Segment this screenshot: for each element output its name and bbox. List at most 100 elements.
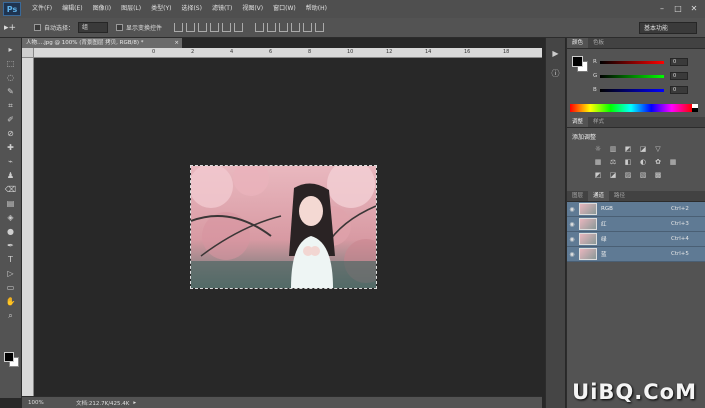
selective-color-icon[interactable]: ▩ [653,171,663,180]
tab-color[interactable]: 颜色 [567,38,589,48]
blue-value[interactable]: 0 [670,86,688,94]
black-white-swatch[interactable] [692,104,698,112]
visibility-eye-icon[interactable]: ◉ [567,206,577,213]
color-spectrum-bar[interactable] [570,104,692,112]
align-left-icon[interactable] [210,23,220,32]
menu-view[interactable]: 视图(V) [237,0,268,18]
align-center-icon[interactable] [222,23,232,32]
align-middle-icon[interactable] [186,23,196,32]
zoom-level[interactable]: 100% [22,400,48,406]
document-tab[interactable]: 人物….jpg @ 100% (背景图层 拷贝, RGB/8) * × [22,38,182,48]
tab-swatches[interactable]: 色板 [588,38,609,48]
lasso-tool-icon[interactable]: ◌ [4,72,18,83]
menu-select[interactable]: 选择(S) [176,0,207,18]
black-white-icon[interactable]: ◧ [623,158,633,167]
path-select-tool-icon[interactable]: ▷ [4,268,18,279]
menu-type[interactable]: 类型(Y) [146,0,176,18]
menu-help[interactable]: 帮助(H) [301,0,332,18]
quick-select-tool-icon[interactable]: ✎ [4,86,18,97]
canvas-area[interactable] [34,58,542,396]
eraser-tool-icon[interactable]: ⌫ [4,184,18,195]
hue-saturation-icon[interactable]: ▦ [593,158,603,167]
gradient-map-icon[interactable]: ▧ [638,171,648,180]
minimize-icon[interactable]: – [655,2,669,14]
move-tool-icon[interactable]: ▸ [4,44,18,55]
vertical-ruler[interactable] [22,58,34,396]
distribute-right-icon[interactable] [315,23,325,32]
invert-icon[interactable]: ◩ [593,171,603,180]
close-icon[interactable]: ✕ [687,2,701,14]
pen-tool-icon[interactable]: ✒ [4,240,18,251]
gradient-tool-icon[interactable]: ▤ [4,198,18,209]
close-icon[interactable]: × [174,38,179,48]
tab-paths[interactable]: 路径 [609,191,630,201]
maximize-icon[interactable]: □ [671,2,685,14]
align-bottom-icon[interactable] [198,23,208,32]
red-track[interactable] [600,60,664,64]
document-image[interactable] [190,165,377,289]
menu-window[interactable]: 窗口(W) [268,0,301,18]
blue-slider[interactable]: B 0 [593,85,688,95]
posterize-icon[interactable]: ◪ [608,171,618,180]
red-value[interactable]: 0 [670,58,688,66]
foreground-color-swatch[interactable] [572,56,583,67]
properties-panel-icon[interactable]: ⓘ [550,68,562,80]
menu-edit[interactable]: 编辑(E) [57,0,87,18]
distribute-center-icon[interactable] [303,23,313,32]
workspace-dropdown[interactable]: 基本功能 [639,22,697,34]
menu-image[interactable]: 图像(I) [88,0,116,18]
foreground-color-swatch[interactable] [4,352,14,362]
eyedropper-tool-icon[interactable]: ✐ [4,114,18,125]
levels-icon[interactable]: ▥ [608,145,618,154]
tab-channels[interactable]: 通道 [588,191,610,201]
brightness-icon[interactable]: ☼ [593,145,603,154]
threshold-icon[interactable]: ▨ [623,171,633,180]
ruler-origin[interactable] [22,48,34,58]
marquee-tool-icon[interactable]: ⬚ [4,58,18,69]
green-track[interactable] [600,74,664,78]
distribute-top-icon[interactable] [255,23,265,32]
menu-file[interactable]: 文件(F) [27,0,57,18]
color-balance-icon[interactable]: ⚖ [608,158,618,167]
vibrance-icon[interactable]: ▽ [653,145,663,154]
tab-styles[interactable]: 样式 [588,117,609,127]
rectangle-tool-icon[interactable]: ▭ [4,282,18,293]
green-slider[interactable]: G 0 [593,71,688,81]
red-slider[interactable]: R 0 [593,57,688,67]
dodge-tool-icon[interactable]: ● [4,226,18,237]
align-right-icon[interactable] [234,23,244,32]
visibility-eye-icon[interactable]: ◉ [567,221,577,228]
history-brush-tool-icon[interactable]: ♟ [4,170,18,181]
clone-stamp-tool-icon[interactable]: ⌁ [4,156,18,167]
menu-layer[interactable]: 图层(L) [116,0,146,18]
blur-tool-icon[interactable]: ◈ [4,212,18,223]
healing-brush-tool-icon[interactable]: ⊘ [4,128,18,139]
visibility-eye-icon[interactable]: ◉ [567,251,577,258]
tab-layers[interactable]: 图层 [567,191,588,201]
history-panel-icon[interactable]: ▶ [550,48,562,60]
move-tool-icon[interactable]: ▸+ [4,21,26,35]
horizontal-ruler[interactable]: 0 2 4 6 8 10 12 14 16 18 [34,48,542,58]
status-menu-arrow-icon[interactable]: ▸ [133,400,136,406]
blue-track[interactable] [600,88,664,92]
channel-row-red[interactable]: ◉ 红 Ctrl+3 [567,217,705,232]
menu-filter[interactable]: 滤镜(T) [207,0,237,18]
color-lookup-icon[interactable]: ▦ [668,158,678,167]
hand-tool-icon[interactable]: ✋ [4,296,18,307]
distribute-middle-icon[interactable] [267,23,277,32]
auto-select-checkbox[interactable] [34,24,41,31]
channel-row-green[interactable]: ◉ 绿 Ctrl+4 [567,232,705,247]
channel-row-rgb[interactable]: ◉ RGB Ctrl+2 [567,202,705,217]
show-transform-checkbox[interactable] [116,24,124,31]
auto-select-dropdown[interactable]: 组 [78,22,109,33]
exposure-icon[interactable]: ◪ [638,145,648,154]
photo-filter-icon[interactable]: ◐ [638,158,648,167]
crop-tool-icon[interactable]: ⌗ [4,100,18,111]
tab-adjustments[interactable]: 调整 [567,117,589,127]
channel-mixer-icon[interactable]: ✿ [653,158,663,167]
distribute-left-icon[interactable] [291,23,301,32]
visibility-eye-icon[interactable]: ◉ [567,236,577,243]
distribute-bottom-icon[interactable] [279,23,289,32]
align-top-icon[interactable] [174,23,184,32]
brush-tool-icon[interactable]: ✚ [4,142,18,153]
